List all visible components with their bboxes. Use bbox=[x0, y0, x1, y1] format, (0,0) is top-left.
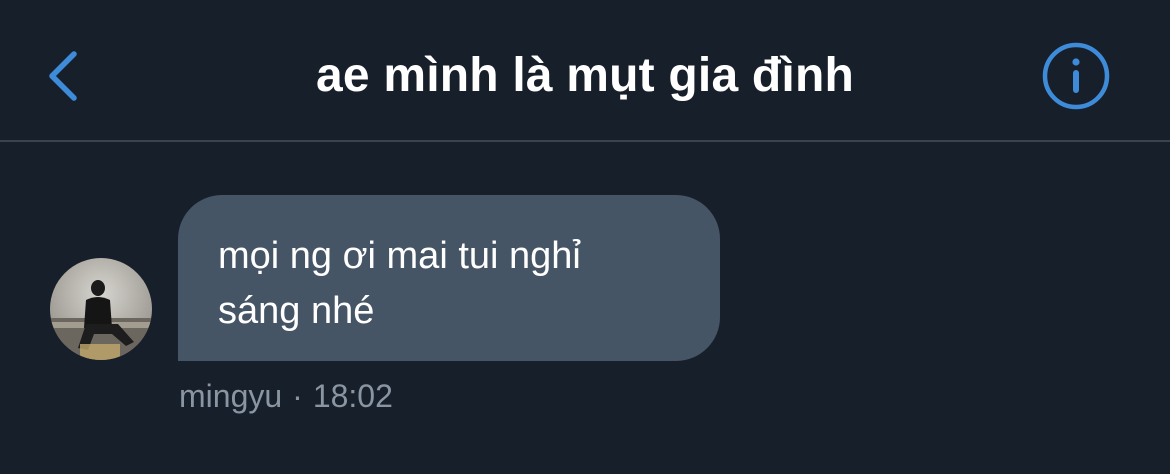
message-time: 18:02 bbox=[312, 378, 393, 414]
sender-name: mingyu bbox=[179, 378, 283, 414]
avatar-photo bbox=[50, 258, 152, 360]
avatar[interactable] bbox=[50, 258, 152, 360]
message-bubble[interactable]: mọi ng ơi mai tui nghỉ sáng nhé bbox=[178, 195, 720, 361]
message-text-line-1: mọi ng ơi mai tui nghỉ bbox=[218, 235, 581, 277]
message-meta: mingyu · 18:02 bbox=[179, 376, 393, 416]
info-circle-icon bbox=[1042, 42, 1110, 110]
conversation-header: ae mình là mụt gia đình bbox=[0, 0, 1170, 142]
meta-separator: · bbox=[292, 378, 303, 414]
conversation-title: ae mình là mụt gia đình bbox=[316, 49, 854, 102]
message-text-line-2: sáng nhé bbox=[218, 290, 375, 332]
info-button[interactable] bbox=[1040, 40, 1112, 112]
